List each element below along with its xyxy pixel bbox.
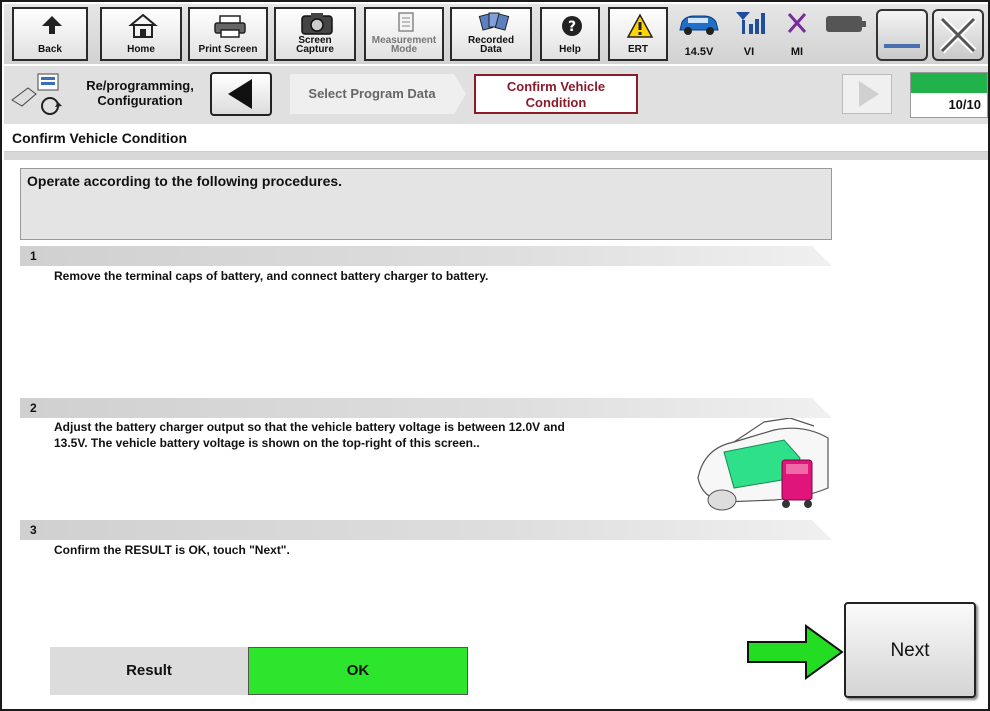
module-title-line2: Configuration	[97, 93, 183, 108]
progress-fill	[911, 73, 987, 93]
minimize-button[interactable]	[876, 9, 928, 61]
home-label: Home	[127, 44, 155, 55]
battery-icon	[826, 16, 866, 32]
step-1-number: 1	[30, 249, 37, 263]
help-button[interactable]: ? Help	[540, 7, 600, 61]
instruction-text: Operate according to the following proce…	[27, 173, 343, 189]
step-2-text-line2: 13.5V. The vehicle battery voltage is sh…	[54, 436, 480, 450]
result-label: Result	[50, 647, 248, 695]
mi-status: MI	[776, 10, 818, 62]
vi-status: VI	[728, 10, 770, 62]
print-screen-label: Print Screen	[198, 44, 258, 55]
measurement-mode-button[interactable]: Measurement Mode	[364, 7, 444, 61]
minimize-icon	[884, 44, 920, 48]
step-2-number: 2	[30, 401, 37, 415]
progress-indicator: 10/10	[910, 72, 988, 118]
module-title-line1: Re/programming,	[86, 78, 194, 93]
signal-icon	[736, 12, 765, 34]
app-window: Back Home Print Screen Screen Capture Me…	[0, 0, 990, 711]
step-3-header: 3	[20, 520, 832, 540]
back-label: Back	[38, 44, 62, 55]
battery-voltage-status: 14.5V	[676, 10, 722, 62]
svg-text:?: ?	[568, 19, 576, 35]
step-select-program-data[interactable]: Select Program Data	[290, 74, 454, 114]
back-button[interactable]: Back	[12, 7, 88, 61]
help-label: Help	[559, 44, 581, 55]
page-title: Confirm Vehicle Condition	[12, 130, 188, 146]
printer-icon	[214, 15, 246, 38]
ert-label: ERT	[628, 44, 648, 55]
mi-x-icon	[787, 13, 807, 33]
mi-label: MI	[790, 46, 804, 58]
instruction-box: Operate according to the following proce…	[20, 168, 832, 240]
step-2-header: 2	[20, 398, 832, 418]
home-icon	[128, 14, 158, 38]
breadcrumb-separator	[454, 74, 466, 114]
ert-button[interactable]: ERT	[608, 7, 668, 61]
triangle-left-icon	[228, 79, 252, 109]
triangle-right-icon	[859, 81, 879, 107]
next-button-label: Next	[890, 640, 930, 661]
breadcrumb: Re/programming, Configuration Select Pro…	[4, 66, 988, 124]
next-button[interactable]: Next	[844, 602, 976, 698]
page-title-bar: Confirm Vehicle Condition	[4, 126, 988, 152]
current-step-line2: Condition	[525, 95, 587, 110]
previous-step-button[interactable]	[210, 72, 272, 116]
module-title: Re/programming, Configuration	[76, 78, 204, 108]
screen-capture-button[interactable]: Screen Capture	[274, 7, 356, 61]
close-icon	[939, 16, 977, 54]
warning-icon	[626, 14, 654, 38]
step-confirm-vehicle-condition[interactable]: Confirm Vehicle Condition	[474, 74, 638, 114]
step-2-text-line1: Adjust the battery charger output so tha…	[54, 420, 565, 434]
measurement-label-2: Mode	[390, 44, 418, 55]
recorded-data-button[interactable]: Recorded Data	[450, 7, 532, 61]
step-1-text: Remove the terminal caps of battery, and…	[54, 269, 489, 283]
step-2-text: Adjust the battery charger output so tha…	[54, 419, 565, 451]
recorded-label-2: Data	[480, 44, 502, 55]
next-step-arrow	[842, 74, 892, 114]
help-icon: ?	[562, 16, 582, 36]
voltage-value: 14.5V	[684, 46, 714, 58]
home-button[interactable]: Home	[100, 7, 182, 61]
progress-label: 10/10	[948, 97, 981, 112]
toolbar: Back Home Print Screen Screen Capture Me…	[4, 4, 988, 64]
step-3-number: 3	[30, 523, 37, 537]
result-value: OK	[248, 647, 468, 695]
back-arrow-icon	[42, 16, 62, 34]
title-divider	[4, 152, 988, 160]
recorded-data-icon	[478, 12, 510, 31]
step-3-text: Confirm the RESULT is OK, touch "Next".	[54, 543, 290, 557]
screen-capture-label-2: Capture	[296, 44, 334, 55]
step-1-header: 1	[20, 246, 832, 266]
camera-icon	[301, 13, 333, 35]
car-icon	[679, 15, 719, 35]
battery-charger-illustration	[694, 418, 832, 514]
vi-label: VI	[743, 46, 755, 58]
reprogramming-icon	[11, 73, 62, 115]
green-pointer-arrow-icon	[747, 624, 844, 680]
current-step-line1: Confirm Vehicle	[506, 79, 606, 94]
measurement-icon	[398, 12, 414, 32]
print-screen-button[interactable]: Print Screen	[188, 7, 268, 61]
close-button[interactable]	[932, 9, 984, 61]
